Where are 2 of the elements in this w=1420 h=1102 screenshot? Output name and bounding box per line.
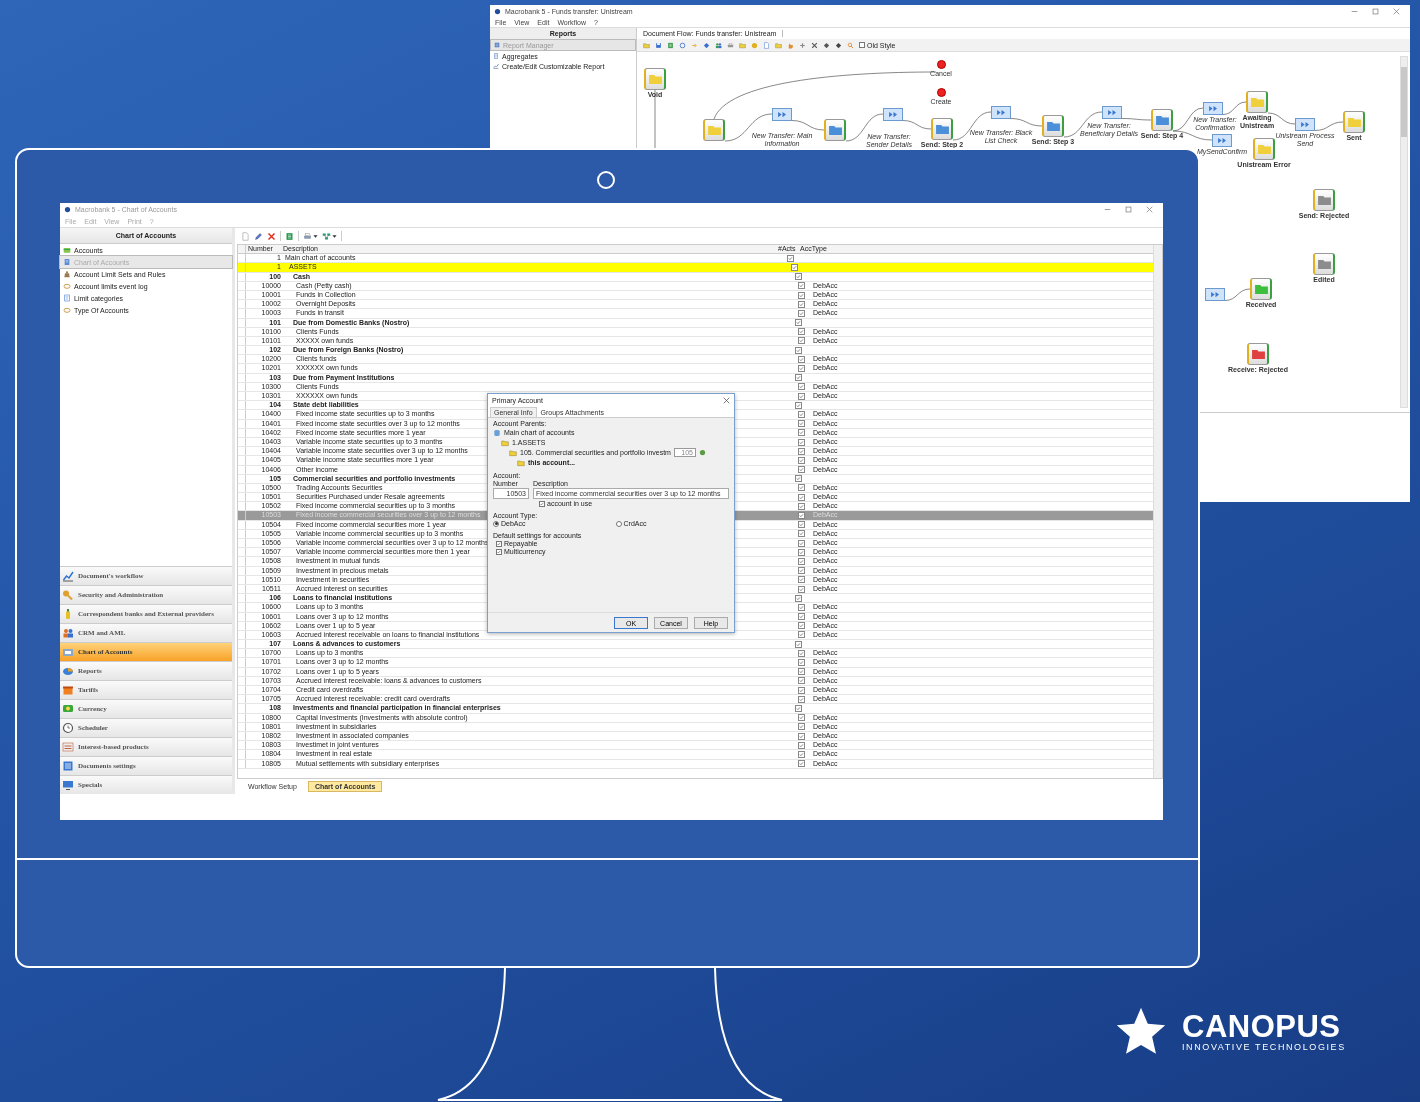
logo-name: CANOPUS [1182, 1012, 1342, 1042]
logo-tagline: INNOVATIVE TECHNOLOGIES [1182, 1042, 1346, 1052]
